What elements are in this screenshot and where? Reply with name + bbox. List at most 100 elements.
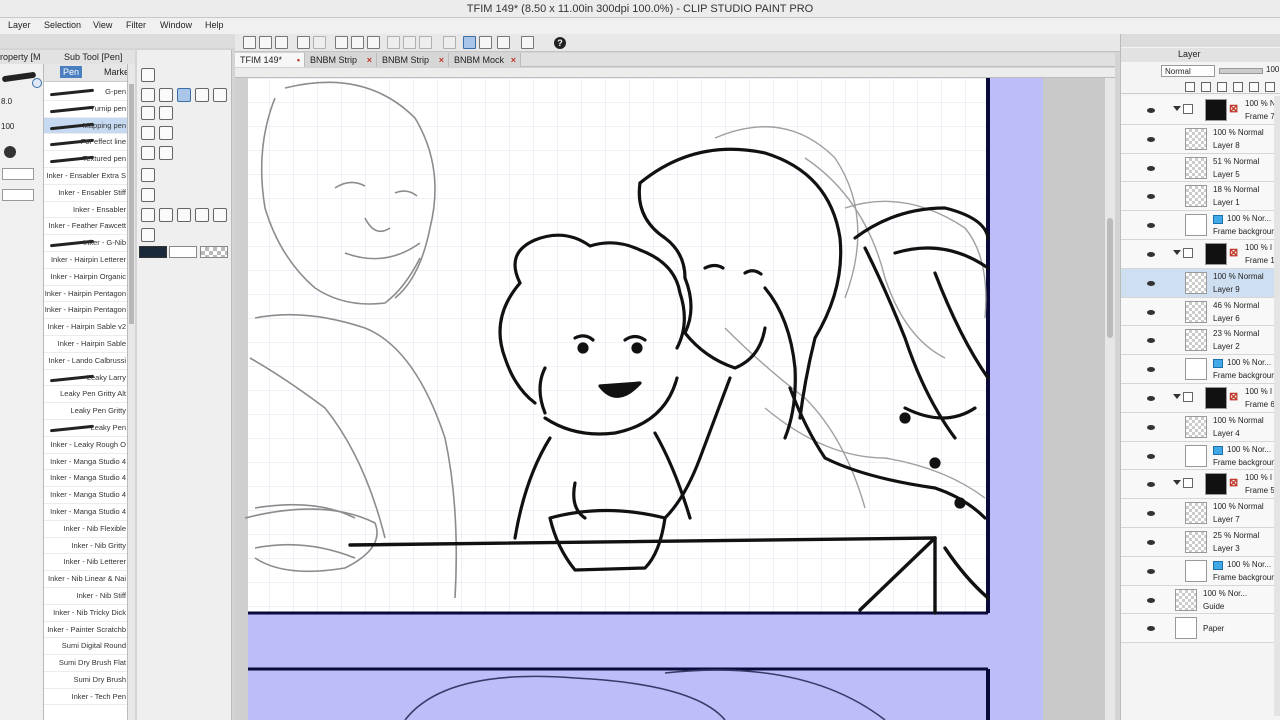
layer-row[interactable]: ⊠ 100 % I Frame 1 <box>1121 239 1280 269</box>
brush-item[interactable]: Inker - Ensabler Stiff <box>44 185 127 202</box>
brush-item[interactable]: Inker - Hairpin Pentagon <box>44 286 127 303</box>
tab-marker[interactable]: Marker <box>104 67 127 77</box>
visibility-eye-icon[interactable] <box>1147 511 1155 517</box>
reference-layer-icon[interactable] <box>1185 82 1195 92</box>
correct-line-tool-icon[interactable] <box>213 208 227 222</box>
layer-scrollbar[interactable] <box>1274 96 1280 716</box>
mask-icon[interactable]: ⊠ <box>1229 247 1240 259</box>
snap-grid-icon[interactable] <box>479 36 492 49</box>
mask-icon[interactable] <box>1265 82 1275 92</box>
brush-item[interactable]: Leaky Pen Gritty <box>44 403 127 420</box>
brush-item[interactable]: Inker - Hairpin Sable <box>44 336 127 353</box>
visibility-eye-icon[interactable] <box>1147 136 1155 142</box>
frame-tool-icon[interactable] <box>141 208 155 222</box>
visibility-eye-icon[interactable] <box>1147 194 1155 200</box>
brush-item[interactable]: Inker - Hairpin Letterer <box>44 252 127 269</box>
brush-item[interactable]: Inker - Hairpin Organic <box>44 269 127 286</box>
visibility-eye-icon[interactable] <box>1147 539 1155 545</box>
brush-item[interactable]: Inker - Feather Fawcett <box>44 218 127 236</box>
layer-opacity-value[interactable]: 100 <box>1266 65 1279 74</box>
crop-icon[interactable] <box>351 36 364 49</box>
menu-view[interactable]: View <box>93 20 112 30</box>
menu-help[interactable]: Help <box>205 20 224 30</box>
brush-item[interactable]: Inker - Nib Gritty <box>44 538 127 555</box>
lock-icon[interactable] <box>1233 82 1243 92</box>
scrollbar-thumb[interactable] <box>1107 218 1113 338</box>
brush-item[interactable]: Sumi Dry Brush <box>44 672 127 689</box>
pencil-tool-icon[interactable] <box>195 88 209 102</box>
visibility-eye-icon[interactable] <box>1147 482 1155 488</box>
menu-selection[interactable]: Selection <box>44 20 81 30</box>
sub-tool-scrollbar[interactable] <box>128 64 135 720</box>
brush-item[interactable]: For effect line <box>44 134 127 152</box>
undo-icon[interactable] <box>297 36 310 49</box>
balloon-tool-icon[interactable] <box>177 208 191 222</box>
display-settings-icon[interactable] <box>521 36 534 49</box>
rotate-icon[interactable] <box>419 36 432 49</box>
brush-item[interactable]: Inker - Ensabler Extra S <box>44 168 127 185</box>
canvas-area[interactable] <box>235 68 1115 720</box>
brush-item[interactable]: Inker - Hairpin Pentagon <box>44 302 127 320</box>
brush-item[interactable]: Inker - Nib Tricky Dick <box>44 605 127 622</box>
visibility-eye-icon[interactable] <box>1147 367 1155 373</box>
brush-item[interactable]: Inker - Lando Calbrussi <box>44 353 127 370</box>
layer-row[interactable]: 100 % Normal Layer 4 <box>1121 412 1280 442</box>
layer-row[interactable]: ⊠ 100 % I Frame 5 <box>1121 470 1280 500</box>
blend-mode-select[interactable]: Normal <box>1161 65 1215 77</box>
brush-item[interactable]: Leaky Pen <box>44 420 127 437</box>
close-icon[interactable]: × <box>367 53 372 67</box>
close-icon[interactable]: × <box>439 53 444 67</box>
tab-sub-tool[interactable]: Sub Tool [Pen] <box>64 52 122 62</box>
selection-tool-icon[interactable] <box>141 106 155 120</box>
layer-row[interactable]: Paper <box>1121 614 1280 644</box>
doc-tab-3[interactable]: BNBM Strip × <box>377 53 449 67</box>
visibility-eye-icon[interactable] <box>1147 338 1155 344</box>
layer-row[interactable]: 100 % Nor... Guide <box>1121 585 1280 615</box>
brush-item[interactable]: Turnip pen <box>44 101 127 118</box>
clip-layer-icon[interactable] <box>1217 82 1227 92</box>
stabilization-selector[interactable] <box>2 189 34 201</box>
brush-item[interactable]: G-pen <box>44 84 127 101</box>
visibility-eye-icon[interactable] <box>1147 568 1155 574</box>
brush-item[interactable]: Sumi Digital Round <box>44 638 127 656</box>
figure-tool-icon[interactable] <box>141 188 155 202</box>
layer-row[interactable]: 51 % Normal Layer 5 <box>1121 153 1280 183</box>
brush-item[interactable]: Leaky Pen Gritty Alt <box>44 386 127 404</box>
brush-item[interactable]: Textured pen <box>44 151 127 168</box>
brush-item[interactable]: Inker - Manga Studio 4 <box>44 487 127 504</box>
layer-row[interactable]: 100 % Nor... Frame background <box>1121 355 1280 384</box>
brush-item[interactable]: Sumi Dry Brush Flat <box>44 655 127 672</box>
flip-icon[interactable] <box>403 36 416 49</box>
main-color-swatch[interactable] <box>139 246 167 258</box>
zoom-tool-icon[interactable] <box>141 88 155 102</box>
menu-layer[interactable]: Layer <box>8 20 31 30</box>
layer-row[interactable]: 18 % Normal Layer 1 <box>1121 182 1280 212</box>
draft-layer-icon[interactable] <box>1201 82 1211 92</box>
new-file-icon[interactable] <box>243 36 256 49</box>
redo-icon[interactable] <box>313 36 326 49</box>
tab-pen[interactable]: Pen <box>60 66 83 78</box>
drawing-canvas[interactable] <box>245 78 1105 720</box>
visibility-eye-icon[interactable] <box>1147 424 1155 430</box>
brush-item[interactable]: Inker - Ensabler <box>44 202 127 219</box>
help-icon[interactable]: ? <box>554 37 566 49</box>
eyedropper-tool-icon[interactable] <box>159 106 173 120</box>
folder-expand-icon[interactable] <box>1173 106 1181 111</box>
folder-expand-icon[interactable] <box>1173 480 1181 486</box>
brush-item[interactable]: Inker - Tech Pen <box>44 689 127 706</box>
mask-icon[interactable]: ⊠ <box>1229 391 1240 403</box>
snap-special-ruler-icon[interactable] <box>497 36 510 49</box>
brush-opacity-value[interactable]: 100 <box>1 122 14 131</box>
layer-row[interactable]: ⊠ 100 % I Frame 6 <box>1121 383 1280 413</box>
object-tool-icon[interactable] <box>141 228 155 242</box>
brush-item[interactable]: Inker - G-Nib <box>44 235 127 252</box>
menu-window[interactable]: Window <box>160 20 192 30</box>
brush-item[interactable]: Inker - Nib Stiff <box>44 588 127 605</box>
lock-transparency-icon[interactable] <box>1249 82 1259 92</box>
brush-item[interactable]: Inker - Hairpin Sable v2 <box>44 319 127 336</box>
auto-select-tool-icon[interactable] <box>141 126 155 140</box>
tab-tool-property[interactable]: roperty [M <box>0 52 41 62</box>
layer-row[interactable]: 100 % Nor... Frame background <box>1121 441 1280 471</box>
snap-ruler-icon[interactable] <box>463 36 476 49</box>
doc-tab-2[interactable]: BNBM Strip × <box>305 53 377 67</box>
